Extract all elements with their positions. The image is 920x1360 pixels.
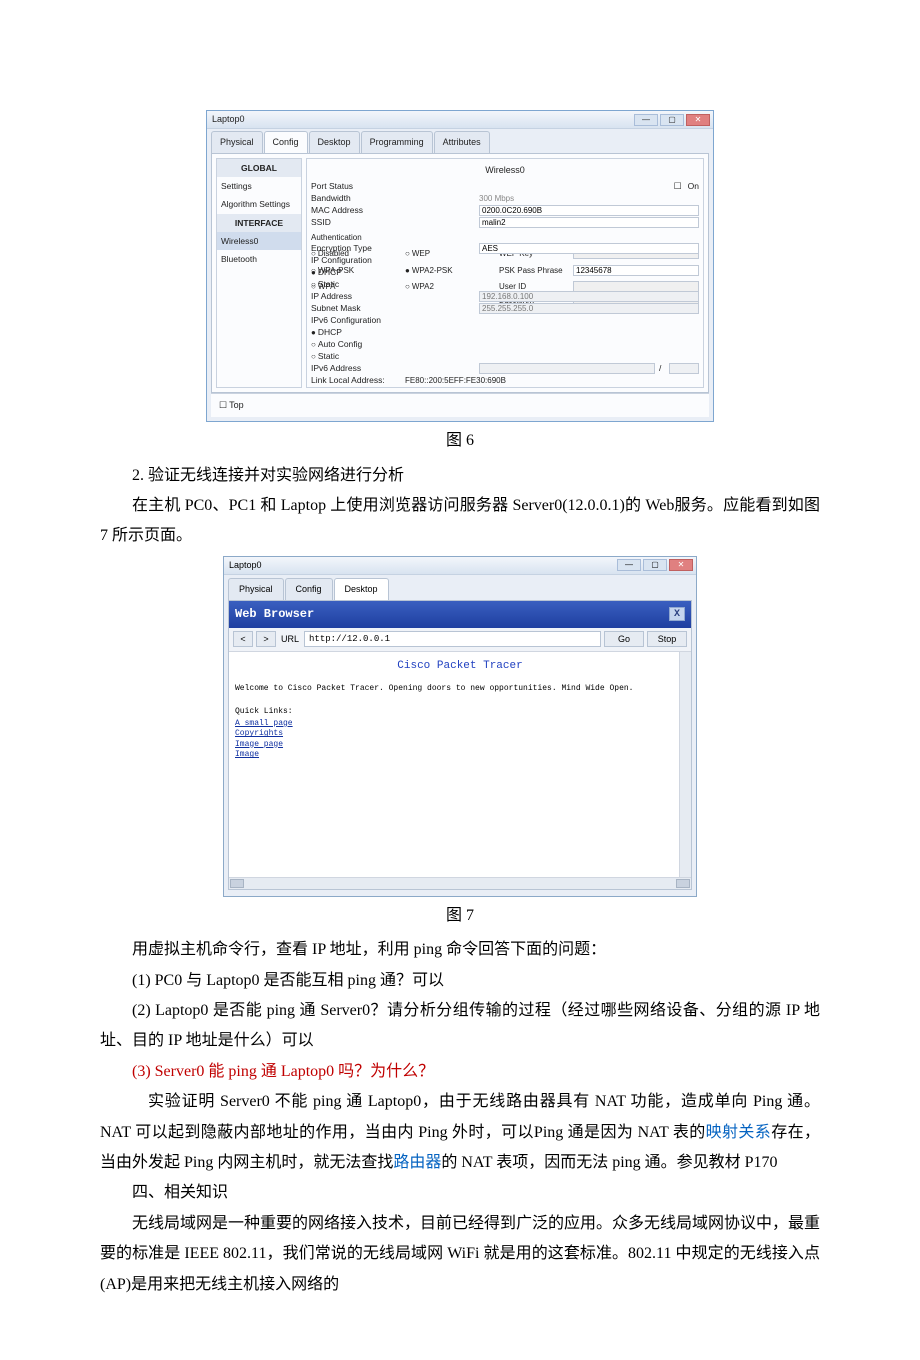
tab-row: Physical Config Desktop Programming Attr… — [207, 129, 713, 153]
top-label: Top — [229, 400, 244, 410]
close-button[interactable]: ✕ — [686, 114, 710, 126]
paragraph-wlan: 无线局域网是一种重要的网络接入技术，目前已经得到广泛的应用。众多无线局域网协议中… — [100, 1209, 820, 1300]
tab-config[interactable]: Config — [264, 131, 308, 153]
figure-6: Laptop0 — ▢ ✕ Physical Config Desktop Pr… — [100, 110, 820, 422]
link-copyrights[interactable]: Copyrights — [235, 729, 685, 739]
tab-programming[interactable]: Programming — [361, 131, 433, 153]
paragraph-q3: (3) Server0 能 ping 通 Laptop0 吗？为什么？ — [100, 1057, 820, 1087]
close-button[interactable]: ✕ — [669, 559, 693, 571]
webbrowser-title: Web Browser — [235, 603, 314, 626]
browser-content: Cisco Packet Tracer Welcome to Cisco Pac… — [229, 652, 691, 877]
page-title: Cisco Packet Tracer — [235, 656, 685, 677]
paragraph-q2: (2) Laptop0 是否能 ping 通 Server0？请分析分组传输的过… — [100, 996, 820, 1057]
welcome-text: Welcome to Cisco Packet Tracer. Opening … — [235, 681, 685, 696]
minimize-button[interactable]: — — [634, 114, 658, 126]
scrollbar-horizontal[interactable] — [229, 877, 691, 889]
document-page: Laptop0 — ▢ ✕ Physical Config Desktop Pr… — [0, 0, 920, 1360]
webbrowser-header: Web Browser X — [229, 601, 691, 628]
link-image[interactable]: Image — [235, 750, 685, 760]
paragraph-cmdline: 用虚拟主机命令行，查看 IP 地址，利用 ping 命令回答下面的问题： — [100, 935, 820, 965]
config-main-panel: Wireless0 Port Status On Bandwidth 300 M… — [306, 158, 704, 388]
tab-desktop[interactable]: Desktop — [334, 578, 389, 600]
sidebar-item-settings[interactable]: Settings — [217, 177, 301, 195]
go-button[interactable]: Go — [604, 631, 644, 647]
minimize-button[interactable]: — — [617, 559, 641, 571]
figure-7-caption: 图 7 — [100, 901, 820, 931]
tab-config[interactable]: Config — [285, 578, 333, 600]
window-title: Laptop0 — [229, 557, 262, 574]
webbrowser-close[interactable]: X — [669, 607, 685, 621]
scrollbar-vertical[interactable] — [679, 652, 691, 877]
tab-row: Physical Config Desktop — [224, 575, 696, 600]
link-small-page[interactable]: A small page — [235, 719, 685, 729]
browser-nav: < > URL http://12.0.0.1 Go Stop — [229, 628, 691, 652]
panel-title: Wireless0 — [485, 162, 525, 179]
quick-links-label: Quick Links: — [235, 704, 685, 719]
window-title: Laptop0 — [212, 111, 245, 128]
sidebar-item-wireless0[interactable]: Wireless0 — [217, 232, 301, 250]
paragraph-q1: (1) PC0 与 Laptop0 是否能互相 ping 通？可以 — [100, 966, 820, 996]
tab-physical[interactable]: Physical — [211, 131, 263, 153]
browser-panel: Web Browser X < > URL http://12.0.0.1 Go… — [228, 600, 692, 890]
nav-back-button[interactable]: < — [233, 631, 253, 647]
paragraph-section4: 四、相关知识 — [100, 1178, 820, 1208]
link-mapping[interactable]: 映射关系 — [706, 1124, 772, 1141]
tab-attributes[interactable]: Attributes — [434, 131, 490, 153]
paragraph-step-2: 2. 验证无线连接并对实验网络进行分析 — [100, 461, 820, 491]
sidebar-cat-global: GLOBAL — [217, 159, 301, 177]
answer3-part-c: 的 NAT 表项，因而无法 ping 通。参见教材 P170 — [441, 1154, 777, 1171]
window-buttons: — ▢ ✕ — [617, 559, 693, 571]
tab-desktop[interactable]: Desktop — [309, 131, 360, 153]
config-body: GLOBAL Settings Algorithm Settings INTER… — [211, 153, 709, 393]
window-buttons: — ▢ ✕ — [634, 114, 710, 126]
paragraph-answer3: 实验证明 Server0 不能 ping 通 Laptop0，由于无线路由器具有… — [100, 1087, 820, 1178]
linklocal-value: FE80::200:5EFF:FE30:690B — [405, 373, 506, 388]
stop-button[interactable]: Stop — [647, 631, 687, 647]
maximize-button[interactable]: ▢ — [643, 559, 667, 571]
ssid-label: SSID — [311, 214, 401, 230]
ip6prefix-field — [669, 363, 699, 374]
sidebar-cat-interface: INTERFACE — [217, 214, 301, 232]
laptop0-browser-window: Laptop0 — ▢ ✕ Physical Config Desktop We… — [223, 556, 697, 897]
sidebar-item-bluetooth[interactable]: Bluetooth — [217, 250, 301, 268]
paragraph-browse: 在主机 PC0、PC1 和 Laptop 上使用浏览器访问服务器 Server0… — [100, 491, 820, 552]
url-field[interactable]: http://12.0.0.1 — [304, 631, 601, 647]
link-image-page[interactable]: Image page — [235, 740, 685, 750]
figure-6-caption: 图 6 — [100, 426, 820, 456]
sidebar-item-algo[interactable]: Algorithm Settings — [217, 195, 301, 213]
linklocal-label: Link Local Address: — [311, 372, 401, 388]
tab-physical[interactable]: Physical — [228, 578, 284, 600]
figure-7: Laptop0 — ▢ ✕ Physical Config Desktop We… — [100, 556, 820, 897]
config-sidebar: GLOBAL Settings Algorithm Settings INTER… — [216, 158, 302, 388]
window-titlebar: Laptop0 — ▢ ✕ — [224, 557, 696, 575]
link-router[interactable]: 路由器 — [393, 1154, 441, 1171]
window-titlebar: Laptop0 — ▢ ✕ — [207, 111, 713, 129]
url-label: URL — [281, 631, 299, 648]
mac-field[interactable]: 0200.0C20.690B — [479, 205, 699, 216]
laptop0-config-window: Laptop0 — ▢ ✕ Physical Config Desktop Pr… — [206, 110, 714, 422]
maximize-button[interactable]: ▢ — [660, 114, 684, 126]
ssid-field[interactable]: malin2 — [479, 217, 699, 228]
nav-forward-button[interactable]: > — [256, 631, 276, 647]
mask-field: 255.255.255.0 — [479, 303, 699, 314]
scroll-right-arrow[interactable] — [676, 879, 690, 888]
scroll-thumb[interactable] — [230, 879, 244, 888]
window-footer: Top — [211, 393, 709, 417]
enc-select[interactable]: AES — [479, 243, 699, 254]
top-checkbox[interactable] — [219, 400, 229, 410]
